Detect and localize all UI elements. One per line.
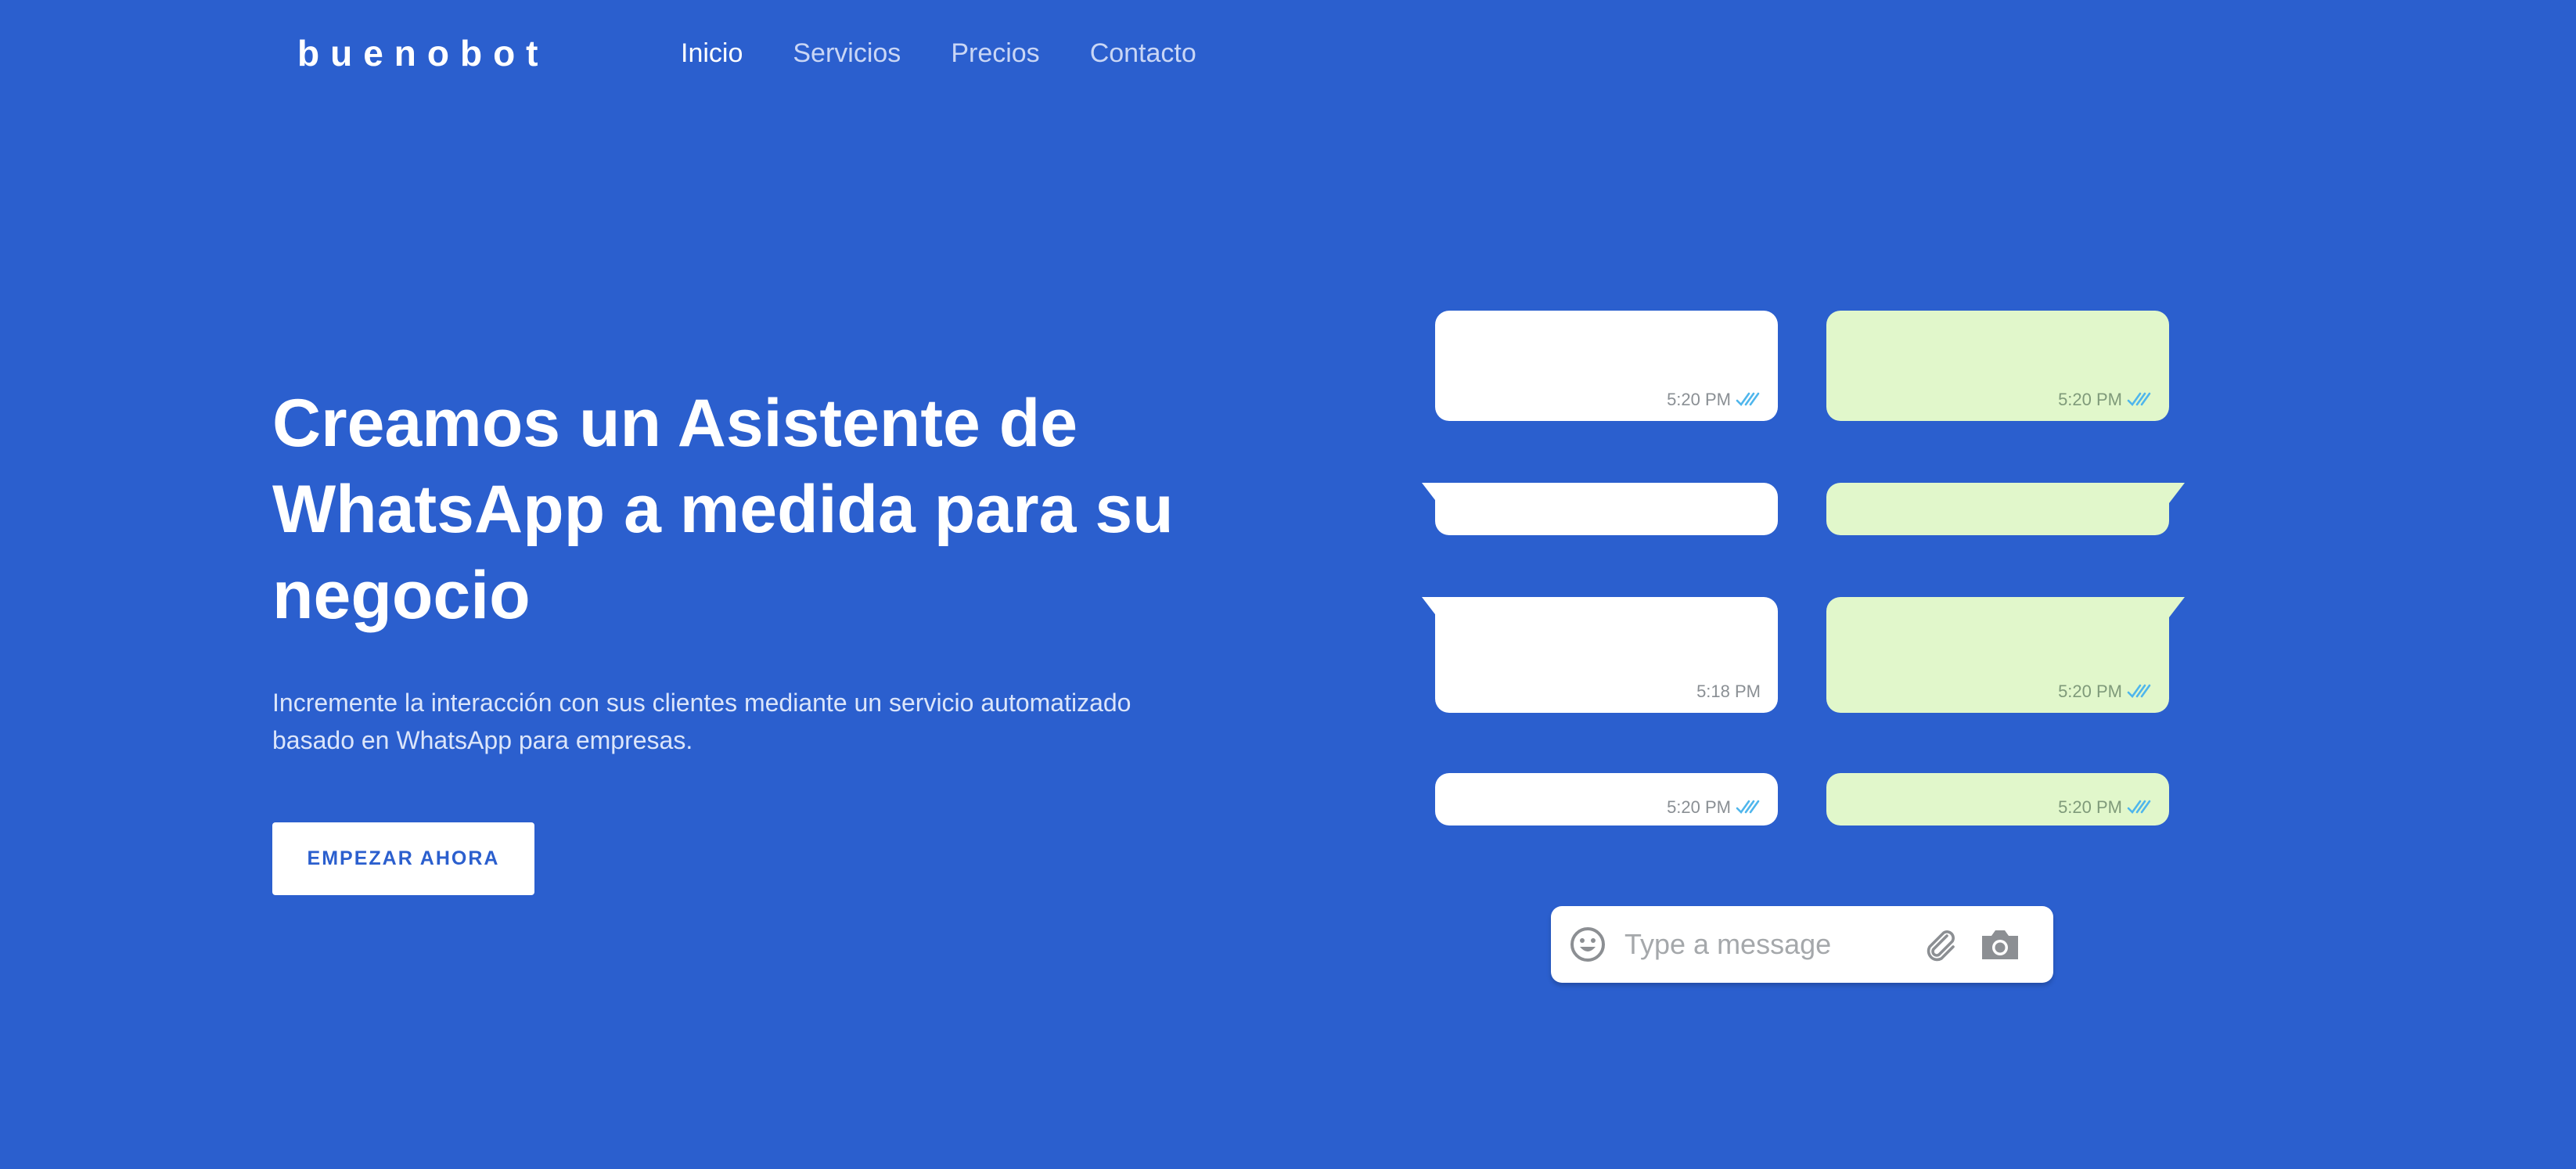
double-check-icon xyxy=(1736,392,1760,407)
bubble-tail xyxy=(2169,597,2185,617)
paperclip-icon[interactable] xyxy=(1920,925,1959,964)
message-composer xyxy=(1551,906,2053,983)
message-meta: 5:20 PM xyxy=(2058,682,2153,702)
logo[interactable]: buenobot xyxy=(297,31,549,75)
chat-bubble-outgoing: 5:20 PM xyxy=(1826,311,2169,421)
camera-icon[interactable] xyxy=(1978,925,2022,964)
message-meta: 5:20 PM xyxy=(1667,390,1762,410)
hero-title: Creamos un Asistente de WhatsApp a medid… xyxy=(272,380,1290,638)
main-nav: Inicio Servicios Precios Contacto xyxy=(681,34,1196,72)
chat-bubble-incoming: 5:20 PM xyxy=(1435,311,1778,421)
chat-bubble-outgoing xyxy=(1826,483,2169,535)
message-input[interactable] xyxy=(1624,923,1883,966)
chat-bubble-outgoing: 5:20 PM xyxy=(1826,597,2169,713)
hero-subtitle: Incremente la interacción con sus client… xyxy=(272,684,1250,759)
double-check-icon xyxy=(1736,800,1760,815)
double-check-icon xyxy=(2127,392,2151,407)
message-meta: 5:20 PM xyxy=(2058,797,2153,818)
hero-title-line-1: Creamos un Asistente de xyxy=(272,386,1078,461)
hero-title-line-3: negocio xyxy=(272,558,531,633)
cta-button[interactable]: EMPEZAR AHORA xyxy=(272,822,534,895)
chat-bubble-outgoing: 5:20 PM xyxy=(1826,773,2169,825)
message-meta: 5:20 PM xyxy=(2058,390,2153,410)
hero-subtitle-line-1: Incremente la interacción con sus client… xyxy=(272,689,1131,717)
double-check-icon xyxy=(2127,800,2151,815)
message-time: 5:20 PM xyxy=(1667,390,1731,409)
emoji-icon[interactable] xyxy=(1568,925,1607,964)
chat-bubble-incoming xyxy=(1435,483,1778,535)
message-meta: 5:18 PM xyxy=(1696,682,1761,702)
nav-item-contacto[interactable]: Contacto xyxy=(1090,34,1196,72)
nav-item-servicios[interactable]: Servicios xyxy=(793,34,901,72)
double-check-icon xyxy=(2127,684,2151,699)
hero-title-line-2: WhatsApp a medida para su xyxy=(272,472,1174,547)
bubble-tail xyxy=(2169,483,2185,503)
message-time: 5:18 PM xyxy=(1696,682,1761,701)
message-time: 5:20 PM xyxy=(1667,797,1731,817)
hero-subtitle-line-2: basado en WhatsApp para empresas. xyxy=(272,726,693,754)
chat-bubble-incoming: 5:20 PM xyxy=(1435,773,1778,825)
message-time: 5:20 PM xyxy=(2058,797,2122,817)
message-meta: 5:20 PM xyxy=(1667,797,1762,818)
message-time: 5:20 PM xyxy=(2058,390,2122,409)
nav-item-inicio[interactable]: Inicio xyxy=(681,34,743,72)
message-time: 5:20 PM xyxy=(2058,682,2122,701)
nav-item-precios[interactable]: Precios xyxy=(951,34,1039,72)
chat-bubble-incoming: 5:18 PM xyxy=(1435,597,1778,713)
